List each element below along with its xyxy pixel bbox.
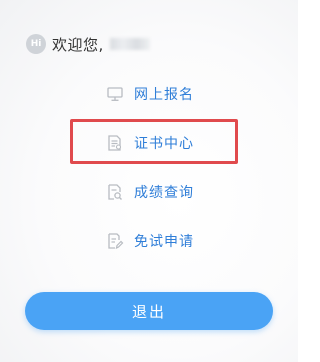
monitor-icon — [107, 87, 123, 101]
menu-item-score-query[interactable]: 成绩查询 — [106, 180, 194, 204]
logout-button[interactable]: 退出 — [25, 292, 273, 330]
menu-item-label: 网上报名 — [134, 87, 194, 103]
edit-document-icon — [108, 233, 124, 250]
menu-item-exemption-application[interactable]: 免试申请 — [106, 229, 194, 253]
menu-item-label: 成绩查询 — [134, 185, 194, 201]
search-document-icon — [108, 184, 122, 200]
user-panel: Hi 欢迎您, 网上报名 证书中心 成绩查询 免试申请 退出 — [0, 0, 298, 362]
menu-item-online-registration[interactable]: 网上报名 — [106, 82, 194, 106]
menu-item-label: 免试申请 — [134, 234, 194, 250]
highlight-box-certificate-center — [70, 119, 238, 164]
